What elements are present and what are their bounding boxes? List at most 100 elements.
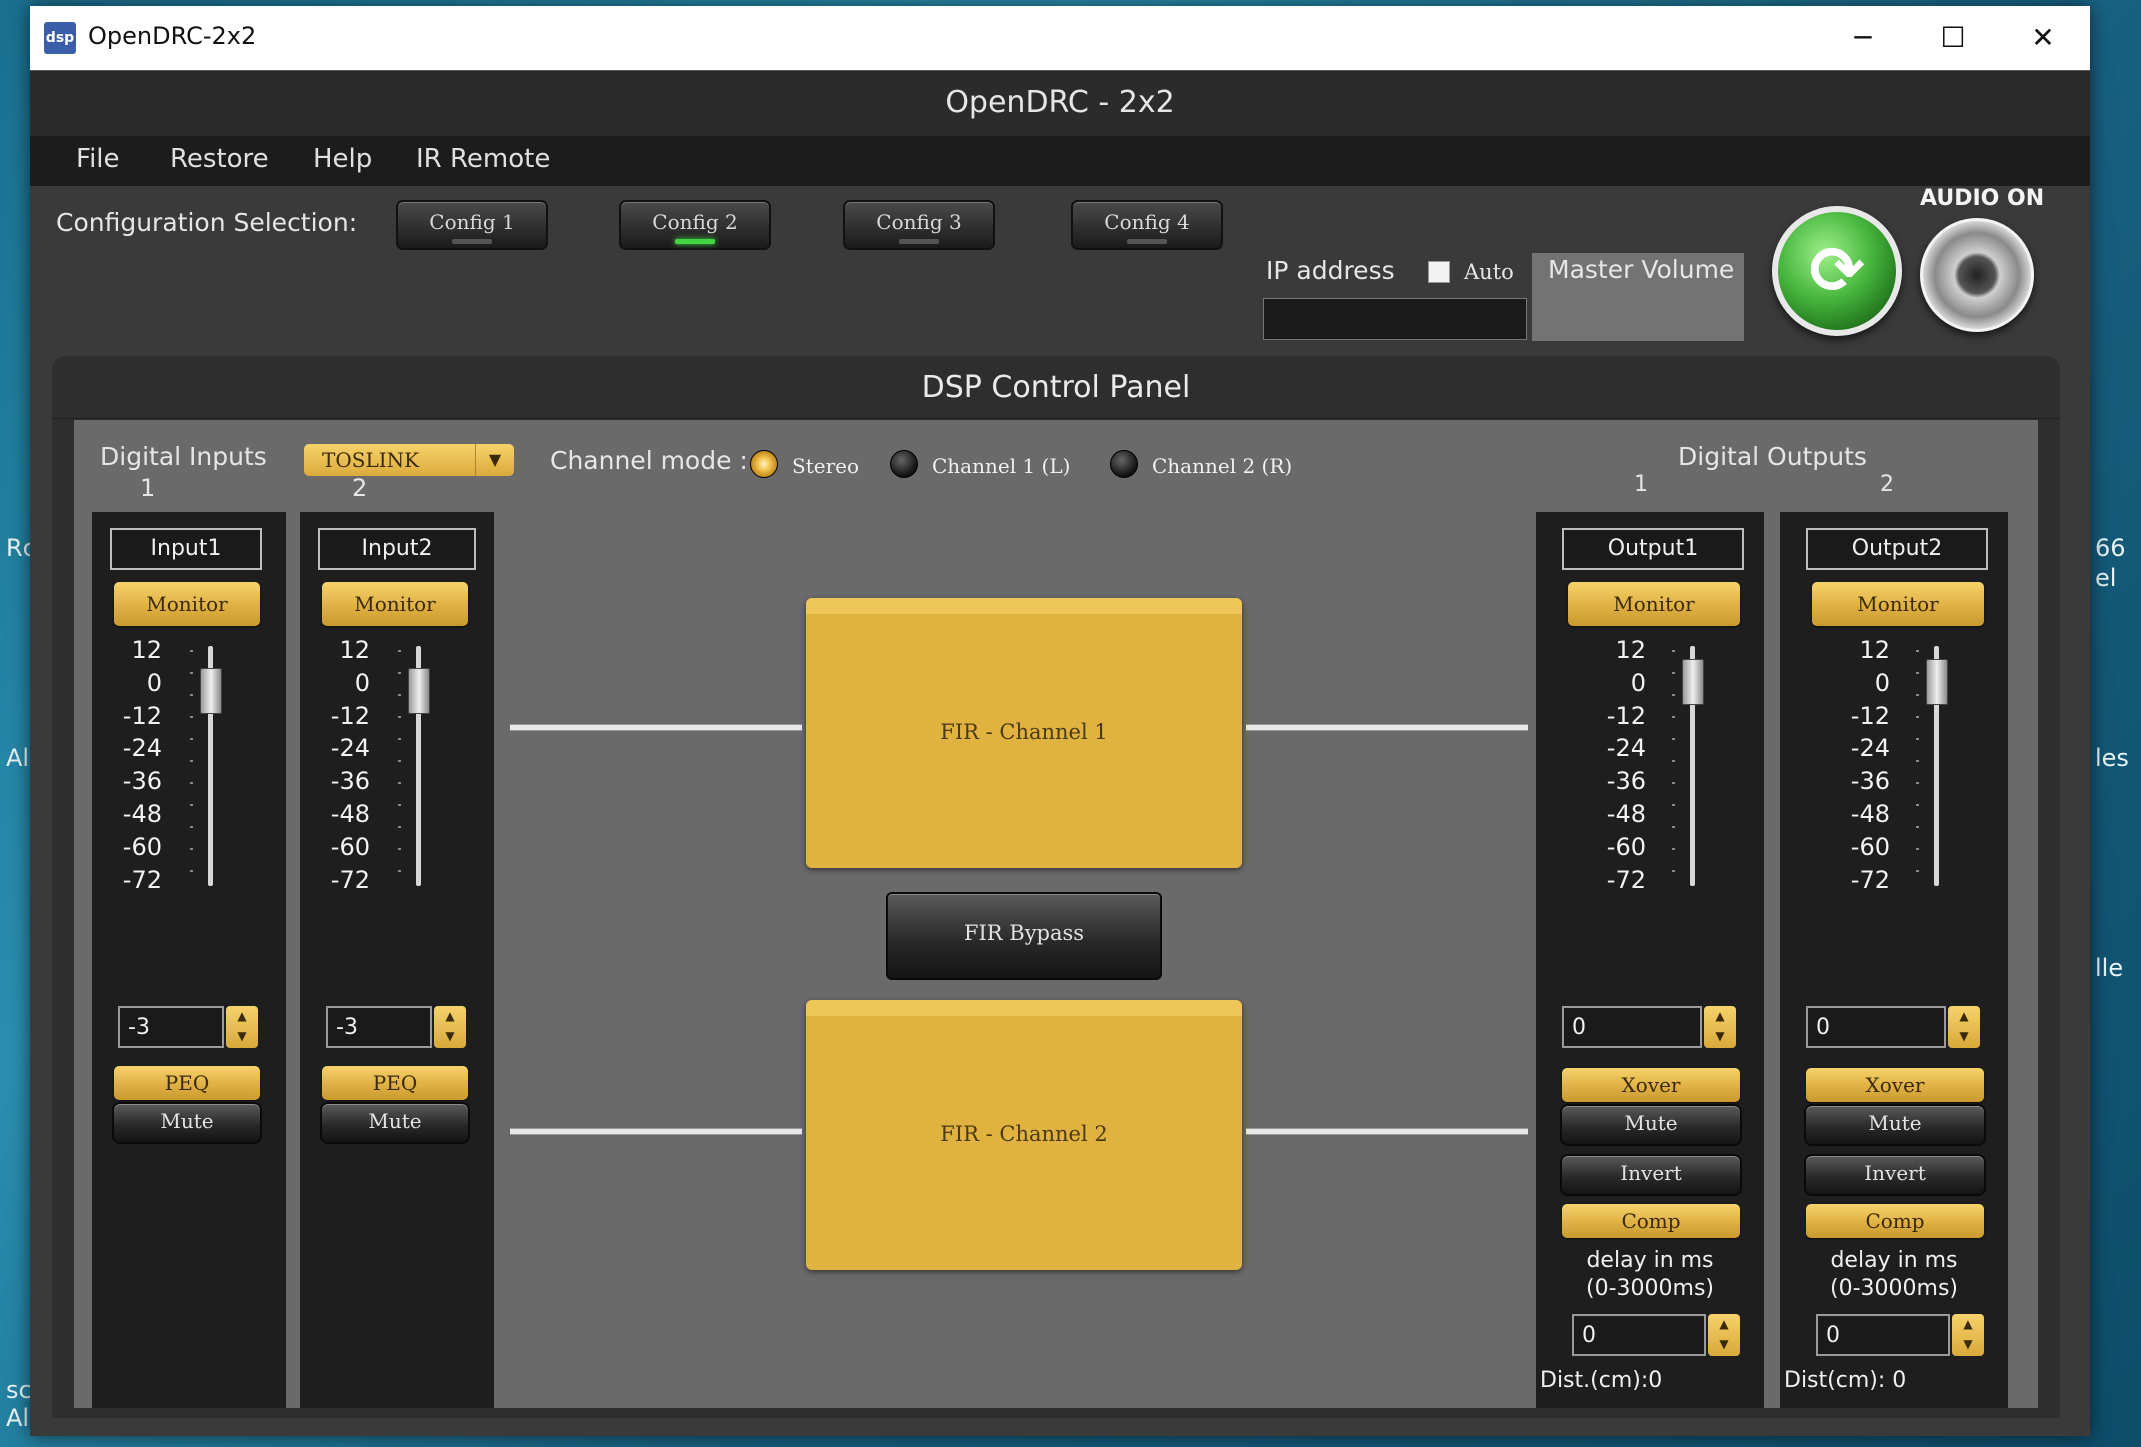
delay-input[interactable]: 0 [1816, 1314, 1950, 1356]
gain-input[interactable]: 0 [1562, 1006, 1702, 1048]
minimize-button[interactable]: ─ [1818, 6, 1908, 70]
input-strip-2: Input2 Monitor 12 0 -12 -24 -36 -48 -60 … [300, 512, 494, 1408]
comp-button[interactable]: Comp [1806, 1204, 1984, 1238]
menu-help[interactable]: Help [313, 144, 372, 174]
input-number: 1 [140, 474, 156, 502]
fir-block-header [806, 598, 1242, 614]
mute-button[interactable]: Mute [320, 1102, 470, 1144]
gain-spinner[interactable]: ▲ ▼ [1704, 1006, 1736, 1048]
scale-label: -24 [1850, 734, 1890, 762]
gain-input[interactable]: -3 [326, 1006, 432, 1048]
invert-button[interactable]: Invert [1804, 1154, 1986, 1196]
scale-label: -48 [1606, 800, 1646, 828]
menu-ir-remote[interactable]: IR Remote [416, 144, 550, 174]
config-1-button[interactable]: Config 1 [396, 200, 548, 250]
ip-address-input[interactable] [1263, 298, 1527, 340]
desktop-label: sc [6, 1376, 32, 1404]
dsp-workspace: Digital Inputs 1 2 TOSLINK ▼ Channel mod… [74, 420, 2038, 1408]
speaker-icon[interactable] [1920, 218, 2034, 332]
config-3-label: Config 3 [876, 210, 962, 234]
desktop-label: 66 [2095, 534, 2126, 562]
fir-channel-2-block[interactable]: FIR - Channel 2 [806, 1000, 1242, 1270]
gain-input[interactable]: -3 [118, 1006, 224, 1048]
scale-label: 0 [1874, 669, 1890, 697]
gain-spinner[interactable]: ▲ ▼ [434, 1006, 466, 1048]
output-gain-fader[interactable] [1682, 659, 1704, 705]
maximize-button[interactable]: ☐ [1908, 6, 1998, 70]
config-4-label: Config 4 [1104, 210, 1190, 234]
scale-label: -72 [122, 866, 162, 894]
fader-ticks [190, 650, 193, 880]
scale-label: -48 [330, 800, 370, 828]
delay-input[interactable]: 0 [1572, 1314, 1706, 1356]
input-source-value: TOSLINK [322, 448, 420, 472]
delay-label: delay in ms [1586, 1248, 1714, 1273]
peq-button[interactable]: PEQ [114, 1066, 260, 1100]
configuration-label: Configuration Selection: [56, 208, 358, 237]
menu-file[interactable]: File [76, 144, 120, 174]
config-4-button[interactable]: Config 4 [1071, 200, 1223, 250]
auto-checkbox[interactable] [1428, 261, 1450, 283]
output-gain-fader[interactable] [1926, 659, 1948, 705]
dsp-control-panel: DSP Control Panel Digital Inputs 1 2 TOS… [52, 356, 2060, 1418]
output-name: Output2 [1806, 528, 1988, 570]
chevron-down-icon: ▼ [475, 444, 514, 476]
scale-label: -12 [1606, 702, 1646, 730]
scale-label: 12 [1859, 636, 1890, 664]
distance-label: Dist(cm): 0 [1784, 1368, 1907, 1393]
config-2-button[interactable]: Config 2 [619, 200, 771, 250]
monitor-button[interactable]: Monitor [1568, 582, 1740, 626]
xover-button[interactable]: Xover [1562, 1068, 1740, 1102]
app-window: dsp OpenDRC-2x2 ─ ☐ ✕ OpenDRC - 2x2 File… [30, 6, 2090, 1436]
gain-spinner[interactable]: ▲ ▼ [226, 1006, 258, 1048]
menu-bar: File Restore Help IR Remote [30, 136, 2090, 186]
fir-channel-1-block[interactable]: FIR - Channel 1 [806, 598, 1242, 868]
xover-button[interactable]: Xover [1806, 1068, 1984, 1102]
fader-ticks [1916, 650, 1919, 880]
desktop-label: lle [2095, 954, 2124, 982]
close-button[interactable]: ✕ [1998, 6, 2088, 70]
config-led [1127, 239, 1167, 244]
signal-line [510, 724, 802, 731]
master-volume-box[interactable]: Master Volume [1532, 253, 1744, 341]
gain-spinner[interactable]: ▲ ▼ [1948, 1006, 1980, 1048]
mute-button[interactable]: Mute [1804, 1104, 1986, 1146]
mute-button[interactable]: Mute [1560, 1104, 1742, 1146]
scale-label: -24 [1606, 734, 1646, 762]
refresh-icon[interactable]: ⟳ [1772, 206, 1902, 336]
monitor-button[interactable]: Monitor [114, 582, 260, 626]
config-led-active [675, 239, 715, 244]
digital-outputs-label: Digital Outputs [1678, 442, 1867, 471]
scale-label: -60 [1850, 833, 1890, 861]
monitor-button[interactable]: Monitor [322, 582, 468, 626]
invert-button[interactable]: Invert [1560, 1154, 1742, 1196]
config-led [899, 239, 939, 244]
radio-channel-2[interactable] [1110, 450, 1138, 478]
auto-label: Auto [1464, 260, 1514, 284]
output-name: Output1 [1562, 528, 1744, 570]
fader-ticks [1672, 650, 1675, 880]
config-3-button[interactable]: Config 3 [843, 200, 995, 250]
app-header: OpenDRC - 2x2 [30, 70, 2090, 138]
scale-label: 12 [131, 636, 162, 664]
scale-label: -48 [1850, 800, 1890, 828]
scale-label: -36 [330, 767, 370, 795]
monitor-button[interactable]: Monitor [1812, 582, 1984, 626]
comp-button[interactable]: Comp [1562, 1204, 1740, 1238]
title-bar[interactable]: dsp OpenDRC-2x2 ─ ☐ ✕ [30, 6, 2090, 70]
radio-stereo[interactable] [750, 450, 778, 478]
mute-button[interactable]: Mute [112, 1102, 262, 1144]
menu-restore[interactable]: Restore [170, 144, 269, 174]
delay-spinner[interactable]: ▲ ▼ [1952, 1314, 1984, 1356]
peq-button[interactable]: PEQ [322, 1066, 468, 1100]
desktop-label: les [2095, 744, 2129, 772]
app-header-title: OpenDRC - 2x2 [945, 85, 1175, 120]
radio-stereo-label: Stereo [792, 454, 860, 478]
fir-bypass-button[interactable]: FIR Bypass [886, 892, 1162, 980]
delay-spinner[interactable]: ▲ ▼ [1708, 1314, 1740, 1356]
radio-channel-1[interactable] [890, 450, 918, 478]
input-gain-fader[interactable] [200, 668, 222, 714]
gain-input[interactable]: 0 [1806, 1006, 1946, 1048]
input-gain-fader[interactable] [408, 668, 430, 714]
input-source-dropdown[interactable]: TOSLINK ▼ [304, 444, 514, 476]
